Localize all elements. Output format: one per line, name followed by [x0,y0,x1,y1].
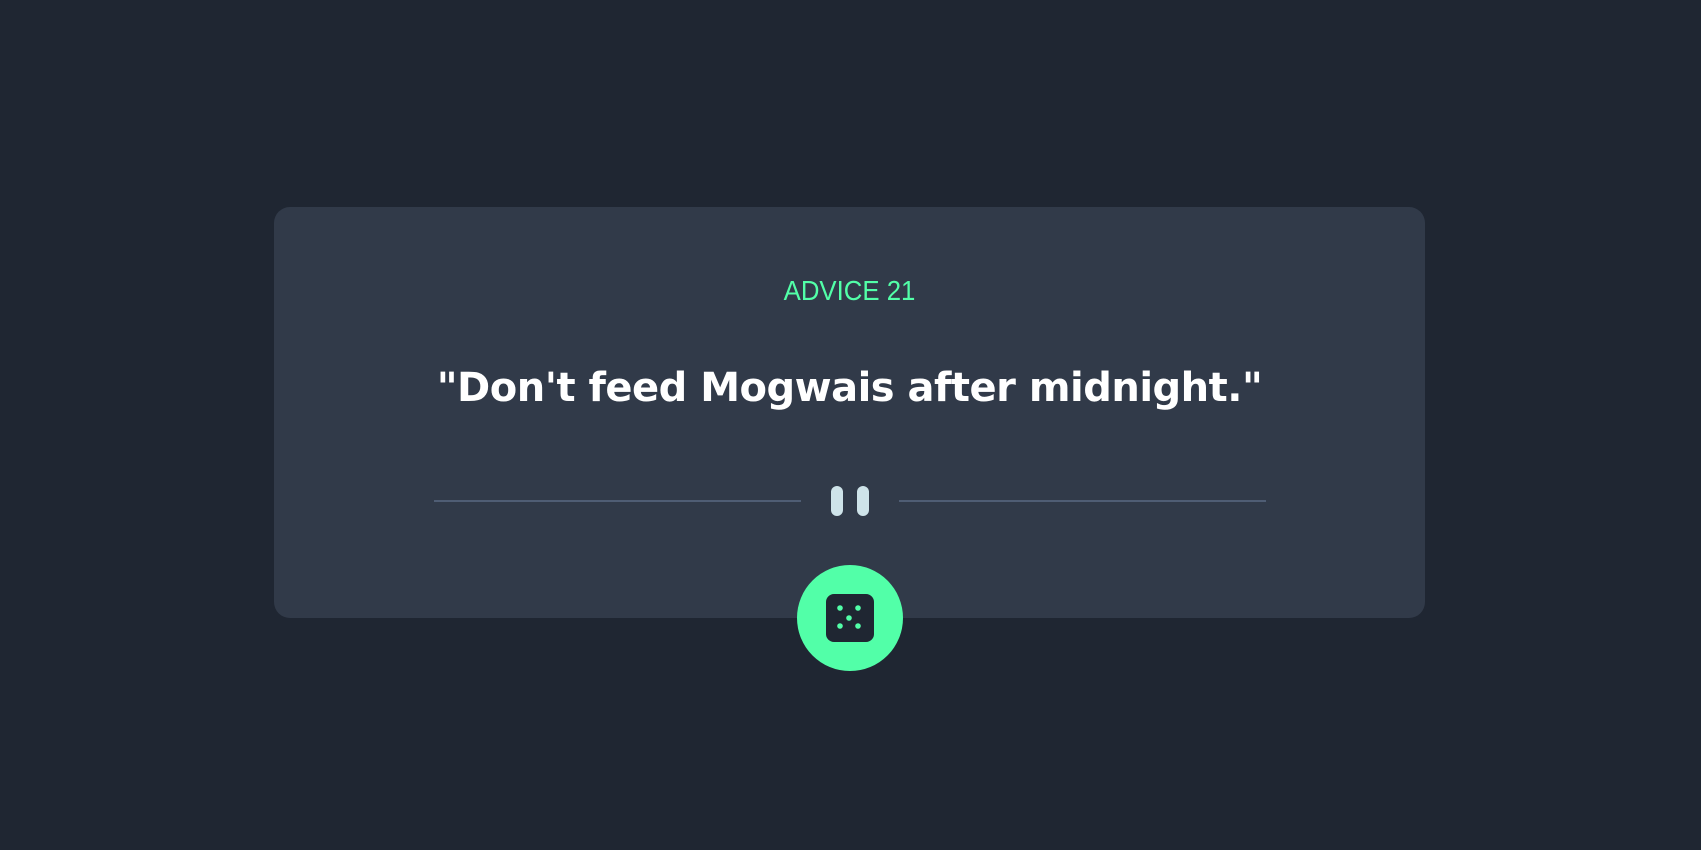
advice-card: ADVICE 21 "Don't feed Mogwais after midn… [274,207,1425,618]
advice-quote: "Don't feed Mogwais after midnight." [436,365,1263,411]
new-advice-button[interactable] [797,565,903,671]
divider-line-left [434,500,801,502]
pause-icon [831,486,869,516]
dice-icon [826,594,874,642]
advice-id-label: ADVICE 21 [783,275,916,306]
pattern-divider [434,486,1266,516]
divider-line-right [899,500,1266,502]
